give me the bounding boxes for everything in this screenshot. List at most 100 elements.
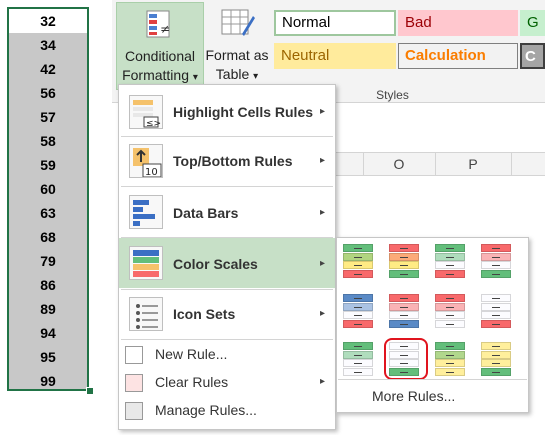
selected-number-column[interactable]: 32 34 42 56 57 58 59 60 63 68 79 86 89 94 95 99 — [7, 7, 89, 391]
menu-item-highlight-cells-rules[interactable]: ≤> Highlight Cells Rules ▸ — [119, 89, 335, 135]
color-scale-option[interactable] — [435, 244, 465, 278]
color-scale-dash — [354, 256, 362, 258]
column-header-p[interactable]: P — [435, 153, 512, 175]
manage-rules-icon — [125, 402, 143, 420]
number-cell[interactable]: 57 — [9, 105, 87, 129]
number-cell[interactable]: 68 — [9, 225, 87, 249]
more-rules-link[interactable]: More Rules... — [372, 388, 455, 404]
color-scale-dash — [354, 248, 362, 249]
menu-item-icon-sets[interactable]: Icon Sets ▸ — [119, 290, 335, 338]
number-cell[interactable]: 99 — [9, 369, 87, 393]
menu-item-label: Data Bars — [173, 205, 239, 221]
number-cell[interactable]: 89 — [9, 297, 87, 321]
menu-item-label: Top/Bottom Rules — [173, 153, 293, 169]
style-good[interactable]: G — [520, 10, 545, 36]
column-headers: O P — [335, 152, 545, 176]
color-scale-dash — [446, 346, 454, 347]
color-scale-option[interactable] — [343, 342, 373, 376]
color-scale-dash — [354, 298, 362, 299]
color-scale-dash — [492, 256, 500, 258]
color-scale-dash — [446, 298, 454, 299]
number-cell[interactable]: 58 — [9, 129, 87, 153]
color-scale-dash — [354, 306, 362, 308]
number-cell[interactable]: 86 — [9, 273, 87, 297]
fill-handle[interactable] — [86, 387, 94, 395]
style-neutral[interactable]: Neutral — [274, 43, 396, 69]
submenu-arrow-icon: ▸ — [319, 106, 325, 117]
conditional-formatting-menu: ≤> Highlight Cells Rules ▸ 10 Top/Bottom… — [118, 84, 336, 430]
color-scale-option[interactable] — [389, 294, 419, 328]
column-header-partial[interactable] — [335, 153, 364, 175]
number-cell[interactable]: 42 — [9, 57, 87, 81]
color-scale-dash — [400, 354, 408, 356]
number-cell[interactable]: 63 — [9, 201, 87, 225]
menu-item-manage-rules[interactable]: Manage Rules... — [119, 398, 335, 424]
number-cell[interactable]: 59 — [9, 153, 87, 177]
new-rule-icon — [125, 346, 143, 364]
menu-item-color-scales[interactable]: Color Scales ▸ — [119, 238, 335, 288]
menu-item-top-bottom-rules[interactable]: 10 Top/Bottom Rules ▸ — [119, 137, 335, 185]
color-scale-dash — [354, 354, 362, 356]
icon-sets-icon — [129, 297, 163, 331]
menu-item-label: New Rule... — [155, 346, 228, 362]
color-scale-option[interactable] — [481, 342, 511, 376]
color-scale-dash — [354, 346, 362, 347]
menu-item-data-bars[interactable]: Data Bars ▸ — [119, 187, 335, 237]
color-scale-option[interactable] — [481, 244, 511, 278]
color-scale-dash — [492, 265, 500, 266]
color-scale-dash — [400, 306, 408, 308]
color-scale-dash — [400, 248, 408, 249]
color-scale-dash — [492, 363, 500, 364]
number-cell[interactable]: 79 — [9, 249, 87, 273]
color-scale-dash — [492, 323, 500, 325]
conditional-formatting-icon: ≠ — [146, 10, 170, 38]
color-scale-option[interactable] — [343, 244, 373, 278]
color-scale-option[interactable] — [481, 294, 511, 328]
color-scale-dash — [354, 323, 362, 325]
format-as-table-button[interactable]: Format as Table ▾ — [204, 2, 270, 90]
color-scale-dash — [354, 315, 362, 316]
color-scale-dash — [492, 298, 500, 299]
color-scale-option[interactable] — [435, 294, 465, 328]
menu-item-clear-rules[interactable]: Clear Rules ▸ — [119, 370, 335, 396]
menu-item-label: Manage Rules... — [155, 402, 257, 418]
number-cell[interactable]: 34 — [9, 33, 87, 57]
number-cell[interactable]: 56 — [9, 81, 87, 105]
color-scales-gallery — [336, 237, 529, 413]
color-scale-dash — [446, 315, 454, 316]
color-scale-option[interactable] — [435, 342, 465, 376]
highlight-cells-icon: ≤> — [129, 95, 163, 129]
column-header-o[interactable]: O — [363, 153, 436, 175]
conditional-formatting-button[interactable]: ≠ Conditional Formatting ▾ — [116, 2, 204, 90]
number-cell[interactable]: 94 — [9, 321, 87, 345]
top-bottom-icon: 10 — [129, 144, 163, 178]
submenu-arrow-icon: ▸ — [319, 207, 325, 218]
color-scale-dash — [446, 371, 454, 373]
color-scale-dash — [446, 256, 454, 258]
color-scale-dash — [446, 306, 454, 308]
color-scale-dash — [400, 346, 408, 347]
color-scale-dash — [446, 273, 454, 275]
color-scale-dash — [492, 346, 500, 347]
color-scale-dash — [446, 354, 454, 356]
style-calculation[interactable]: Calculation — [398, 43, 518, 69]
color-scale-dash — [400, 323, 408, 325]
style-check-cell[interactable]: C — [520, 43, 545, 69]
menu-item-new-rule[interactable]: New Rule... — [119, 342, 335, 368]
color-scale-dash — [354, 371, 362, 373]
style-bad[interactable]: Bad — [398, 10, 518, 36]
number-cell[interactable]: 60 — [9, 177, 87, 201]
color-scale-dash — [492, 306, 500, 308]
color-scale-option[interactable] — [389, 244, 419, 278]
menu-item-label: Icon Sets — [173, 306, 236, 322]
color-scales-icon — [129, 246, 163, 280]
color-scale-dash — [492, 273, 500, 275]
color-scale-dash — [400, 256, 408, 258]
number-cell[interactable]: 32 — [9, 9, 87, 33]
color-scale-option[interactable] — [343, 294, 373, 328]
color-scale-option[interactable] — [389, 342, 419, 376]
clear-rules-icon — [125, 374, 143, 392]
style-normal[interactable]: Normal — [274, 10, 396, 36]
number-cell[interactable]: 95 — [9, 345, 87, 369]
svg-text:10: 10 — [145, 167, 158, 178]
